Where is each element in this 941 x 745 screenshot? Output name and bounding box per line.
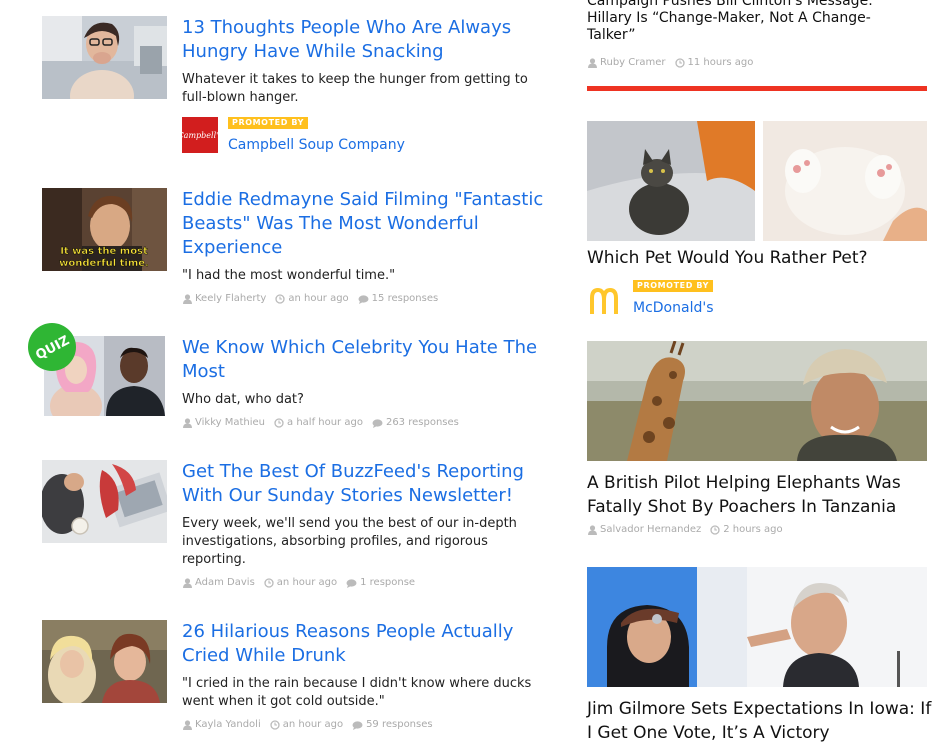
timestamp: 11 hours ago bbox=[687, 57, 754, 68]
thumbnail-pet-cat[interactable] bbox=[587, 121, 755, 241]
clock-icon bbox=[275, 294, 285, 304]
timestamp: a half hour ago bbox=[287, 417, 363, 428]
user-icon bbox=[183, 418, 192, 428]
byline-eddie-redmayne: Keely Flaherty an hour ago 15 responses bbox=[183, 293, 438, 305]
thumbnail-cried-drunk[interactable] bbox=[42, 620, 167, 703]
comment-icon bbox=[372, 418, 383, 428]
byline-celebrity-quiz: Vikky Mathieu a half hour ago 263 respon… bbox=[183, 417, 459, 429]
clock-icon bbox=[710, 525, 720, 535]
comment-icon bbox=[352, 720, 363, 730]
author-name[interactable]: Kayla Yandoli bbox=[195, 719, 261, 731]
thumbnail-hungry-snacking[interactable] bbox=[42, 16, 167, 99]
thumbnail-caption-line2: wonderful time. bbox=[59, 258, 149, 269]
author-name[interactable]: Salvador Hernandez bbox=[600, 524, 701, 536]
campbell-logo[interactable]: Campbell's bbox=[182, 117, 218, 153]
comment-icon bbox=[358, 294, 369, 304]
section-divider bbox=[587, 86, 927, 91]
description-hungry-snacking: Whatever it takes to keep the hunger fro… bbox=[182, 72, 528, 105]
mcdonalds-logo[interactable] bbox=[588, 286, 624, 316]
campbell-logo-text: Campbell's bbox=[182, 131, 218, 140]
timestamp: an hour ago bbox=[288, 293, 349, 304]
promoted-badge: PROMOTED BY bbox=[228, 117, 308, 129]
author-name[interactable]: Keely Flaherty bbox=[195, 293, 266, 305]
promoted-badge: PROMOTED BY bbox=[633, 280, 713, 292]
user-icon bbox=[588, 58, 597, 68]
byline-cried-drunk: Kayla Yandoli an hour ago 59 responses bbox=[183, 719, 433, 731]
response-count[interactable]: 15 responses bbox=[372, 293, 439, 305]
thumbnail-pet-kitten[interactable] bbox=[763, 121, 927, 241]
byline-clinton-message: Ruby Cramer 11 hours ago bbox=[588, 57, 753, 69]
headline-hungry-snacking[interactable]: 13 Thoughts People Who Are Always Hungry… bbox=[182, 16, 542, 64]
headline-sunday-stories[interactable]: Get The Best Of BuzzFeed's Reporting Wit… bbox=[182, 460, 554, 508]
clock-icon bbox=[264, 578, 274, 588]
sponsor-campbell-link[interactable]: Campbell Soup Company bbox=[228, 136, 405, 154]
clock-icon bbox=[270, 720, 280, 730]
response-count[interactable]: 1 response bbox=[360, 577, 415, 589]
author-name[interactable]: Ruby Cramer bbox=[600, 57, 666, 69]
description-cried-drunk: "I cried in the rain because I didn't kn… bbox=[182, 676, 532, 709]
comment-icon bbox=[346, 578, 357, 588]
headline-pilot-tanzania[interactable]: A British Pilot Helping Elephants Was Fa… bbox=[587, 471, 937, 519]
description-sunday-stories: Every week, we'll send you the best of o… bbox=[182, 516, 517, 567]
headline-pet-quiz[interactable]: Which Pet Would You Rather Pet? bbox=[587, 246, 927, 270]
response-count[interactable]: 263 responses bbox=[386, 417, 459, 429]
headline-celebrity-quiz[interactable]: We Know Which Celebrity You Hate The Mos… bbox=[182, 336, 554, 384]
response-count[interactable]: 59 responses bbox=[366, 719, 433, 731]
author-name[interactable]: Vikky Mathieu bbox=[195, 417, 265, 429]
description-celebrity-quiz: Who dat, who dat? bbox=[182, 392, 304, 407]
user-icon bbox=[183, 720, 192, 730]
thumbnail-pilot-giraffe[interactable] bbox=[587, 341, 927, 461]
user-icon bbox=[183, 578, 192, 588]
byline-pilot-tanzania: Salvador Hernandez 2 hours ago bbox=[588, 524, 783, 536]
thumbnail-gilmore-iowa[interactable] bbox=[587, 567, 927, 687]
clock-icon bbox=[274, 418, 284, 428]
thumbnail-caption-line1: It was the most bbox=[60, 246, 148, 257]
headline-clinton-message[interactable]: Campaign Pushes Bill Clinton's Message: … bbox=[587, 0, 887, 44]
headline-gilmore-iowa[interactable]: Jim Gilmore Sets Expectations In Iowa: I… bbox=[587, 697, 937, 745]
headline-cried-drunk[interactable]: 26 Hilarious Reasons People Actually Cri… bbox=[182, 620, 554, 668]
thumbnail-sunday-stories[interactable] bbox=[42, 460, 167, 543]
clock-icon bbox=[674, 58, 685, 68]
sponsor-mcdonalds-link[interactable]: McDonald's bbox=[633, 299, 714, 317]
author-name[interactable]: Adam Davis bbox=[195, 577, 255, 589]
timestamp: an hour ago bbox=[282, 719, 344, 730]
user-icon bbox=[183, 294, 192, 304]
timestamp: 2 hours ago bbox=[723, 524, 783, 535]
quiz-badge: QUIZ bbox=[27, 322, 77, 372]
timestamp: an hour ago bbox=[276, 577, 338, 588]
byline-sunday-stories: Adam Davis an hour ago 1 response bbox=[183, 577, 415, 589]
thumbnail-eddie-redmayne[interactable]: It was the most wonderful time. bbox=[42, 188, 167, 271]
description-eddie-redmayne: "I had the most wonderful time." bbox=[182, 268, 396, 283]
headline-eddie-redmayne[interactable]: Eddie Redmayne Said Filming "Fantastic B… bbox=[182, 188, 554, 260]
user-icon bbox=[588, 525, 597, 535]
